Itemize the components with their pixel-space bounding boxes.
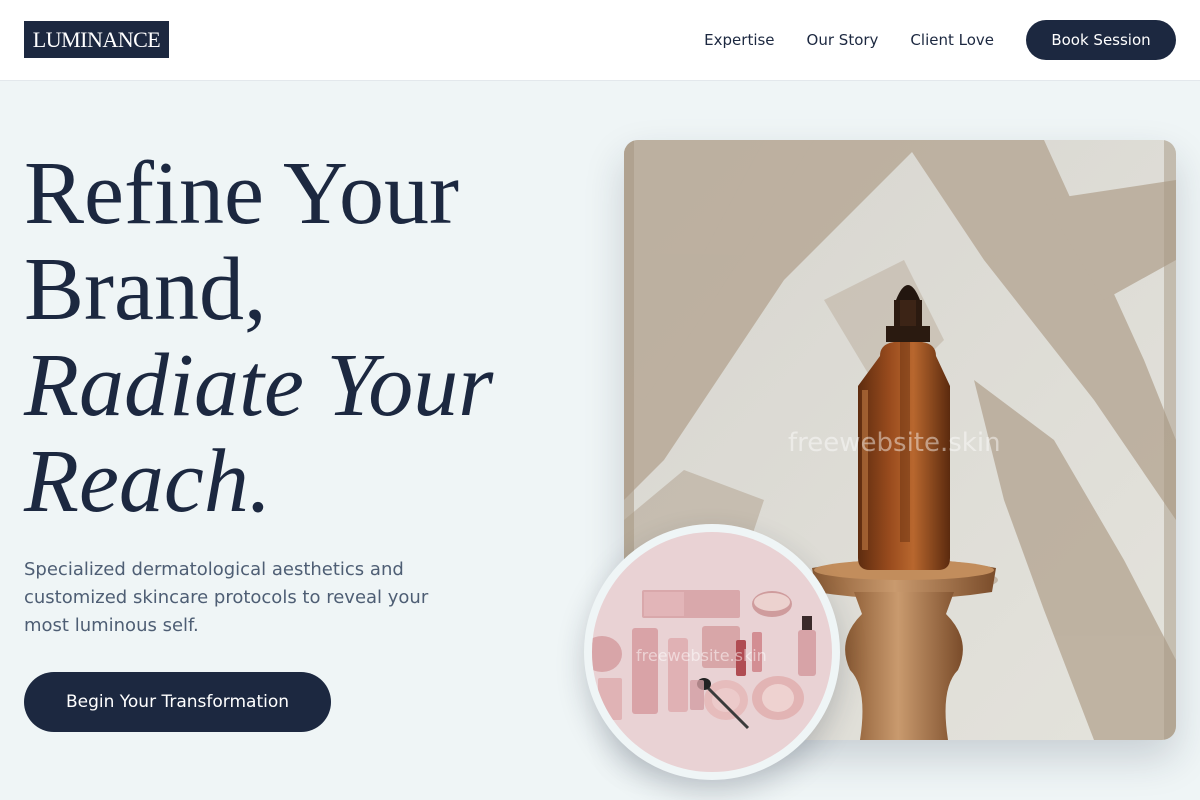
hero-headline: Refine Your Brand, Radiate Your Reach. (24, 146, 584, 530)
hero-subtext: Specialized dermatological aesthetics an… (24, 559, 429, 636)
image-watermark: freewebsite.skin (788, 428, 1001, 458)
brand-logo[interactable]: LUMINANCE (24, 21, 169, 58)
nav-link-client-love[interactable]: Client Love (910, 31, 994, 49)
headline-line: Brand, (24, 240, 267, 339)
main-nav: Expertise Our Story Client Love Book Ses… (704, 20, 1176, 60)
nav-link-our-story[interactable]: Our Story (807, 31, 879, 49)
book-session-button[interactable]: Book Session (1026, 20, 1176, 60)
nav-link-expertise[interactable]: Expertise (704, 31, 774, 49)
product-flatlay-image: freewebsite.skin (584, 524, 840, 780)
circle-image-watermark: freewebsite.skin (636, 646, 767, 665)
headline-italic-line: Reach. (24, 432, 272, 531)
site-header: LUMINANCE Expertise Our Story Client Lov… (0, 0, 1200, 81)
headline-line: Refine Your (24, 144, 460, 243)
headline-italic-line: Radiate Your (24, 336, 494, 435)
begin-transformation-button[interactable]: Begin Your Transformation (24, 672, 331, 732)
